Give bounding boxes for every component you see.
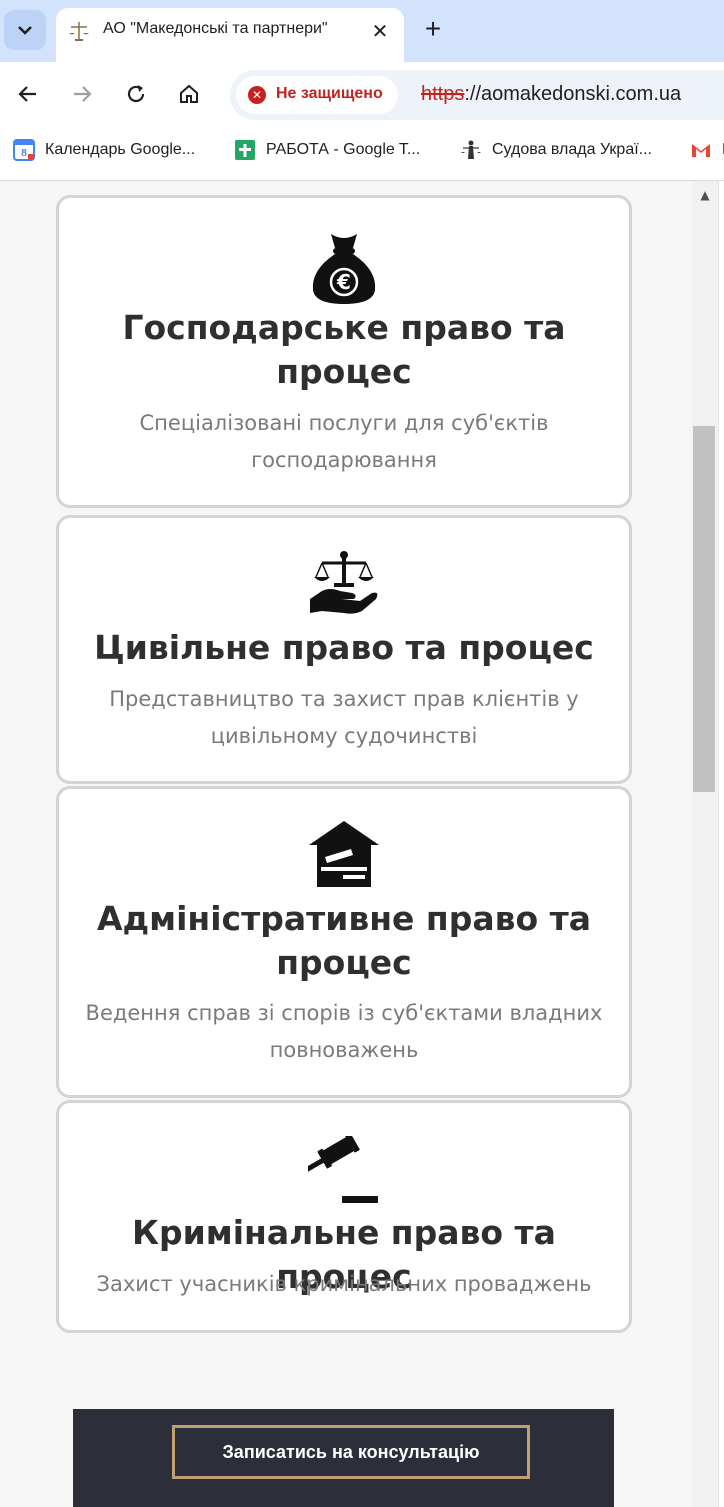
browser-toolbar: ✕ Не защищено https://aomakedonski.com.u… bbox=[0, 62, 724, 128]
reload-icon bbox=[127, 85, 145, 103]
card-description: Представництво та захист прав клієнтів у… bbox=[109, 687, 579, 748]
courthouse-gavel-icon bbox=[59, 817, 629, 893]
tab-title: АО "Македонські та партнери" bbox=[103, 20, 328, 37]
themis-favicon-icon bbox=[69, 22, 89, 41]
forward-button[interactable] bbox=[65, 77, 99, 111]
home-icon bbox=[180, 84, 198, 103]
google-sheets-icon bbox=[234, 139, 256, 161]
tab-strip: АО "Македонські та партнери" ✕ + bbox=[0, 0, 724, 62]
address-bar[interactable]: ✕ Не защищено https://aomakedonski.com.u… bbox=[230, 70, 724, 120]
bookmark-work-sheet[interactable]: РАБОТА - Google T... bbox=[234, 136, 420, 164]
url-text[interactable]: https://aomakedonski.com.ua bbox=[421, 83, 681, 106]
scales-in-hand-icon bbox=[59, 551, 629, 627]
service-card-civil[interactable]: Цивільне право та процес Представництво … bbox=[56, 515, 632, 784]
close-tab-icon[interactable]: ✕ bbox=[366, 17, 394, 45]
arrow-left-icon bbox=[18, 86, 36, 102]
site-info-button[interactable]: ✕ Не защищено bbox=[236, 76, 398, 114]
service-card-administrative[interactable]: Адміністративне право та процес Ведення … bbox=[56, 786, 632, 1098]
page-viewport: € Господарське право та процес Спеціаліз… bbox=[0, 181, 692, 1507]
bookmark-label: РАБОТА - Google T... bbox=[266, 141, 421, 158]
service-card-criminal[interactable]: Кримінальне право та процес Захист учасн… bbox=[56, 1100, 632, 1333]
url-host: ://aomakedonski.com.ua bbox=[464, 83, 682, 105]
scroll-thumb[interactable] bbox=[693, 426, 715, 792]
chevron-down-icon bbox=[18, 26, 32, 35]
svg-text:€: € bbox=[336, 270, 351, 294]
side-panel-edge bbox=[718, 181, 724, 1507]
gmail-icon bbox=[690, 139, 712, 161]
active-tab[interactable]: АО "Македонські та партнери" ✕ bbox=[56, 8, 404, 62]
page-scrollbar[interactable]: ▲ bbox=[692, 181, 718, 1507]
new-tab-button[interactable]: + bbox=[416, 12, 450, 46]
book-consultation-button[interactable]: Записатись на консультацію bbox=[172, 1425, 530, 1479]
bookmark-gmail[interactable]: M bbox=[690, 136, 724, 164]
card-title: Адміністративне право та процес bbox=[96, 899, 592, 982]
reload-button[interactable] bbox=[119, 77, 153, 111]
back-button[interactable] bbox=[11, 77, 45, 111]
money-bag-euro-icon: € bbox=[59, 230, 629, 306]
service-card-commercial[interactable]: € Господарське право та процес Спеціаліз… bbox=[56, 195, 632, 508]
card-description: Ведення справ зі спорів із суб'єктами вл… bbox=[85, 1001, 603, 1062]
card-title: Господарське право та процес bbox=[122, 308, 566, 391]
arrow-right-icon bbox=[74, 86, 92, 102]
google-calendar-icon: 8 bbox=[13, 139, 35, 161]
consultation-banner: Записатись на консультацію bbox=[73, 1409, 614, 1507]
bookmark-court[interactable]: Судова влада Украї... bbox=[460, 136, 652, 164]
bookmark-google-calendar[interactable]: 8 Календарь Google... bbox=[13, 136, 195, 164]
card-description: Захист учасників кримінальних проваджень bbox=[96, 1272, 592, 1296]
bookmark-label: Судова влада Украї... bbox=[492, 141, 652, 158]
scroll-up-arrow-icon[interactable]: ▲ bbox=[692, 183, 718, 207]
not-secure-label: Не защищено bbox=[276, 85, 383, 102]
url-scheme: https bbox=[421, 83, 465, 105]
bookmark-label: Календарь Google... bbox=[45, 141, 196, 158]
bookmarks-bar: 8 Календарь Google... РАБОТА - Google T.… bbox=[0, 128, 724, 174]
gavel-icon bbox=[59, 1136, 629, 1212]
themis-icon bbox=[460, 139, 482, 161]
not-secure-icon: ✕ bbox=[248, 86, 266, 104]
card-title: Цивільне право та процес bbox=[94, 628, 594, 667]
home-button[interactable] bbox=[172, 77, 206, 111]
card-description: Спеціалізовані послуги для суб'єктів гос… bbox=[139, 411, 549, 472]
svg-text:8: 8 bbox=[21, 148, 27, 159]
tab-search-button[interactable] bbox=[4, 10, 46, 50]
